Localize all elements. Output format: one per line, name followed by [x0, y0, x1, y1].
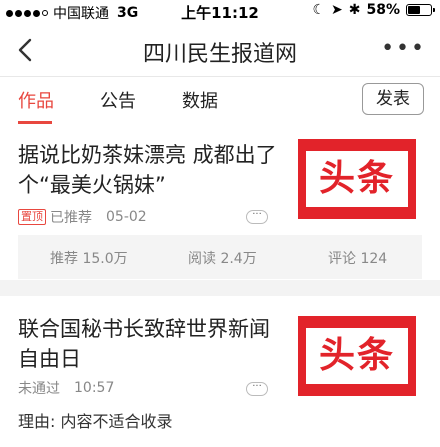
article-thumbnail[interactable]: 头条: [298, 139, 416, 219]
moon-icon: ☾: [312, 2, 326, 18]
article-thumbnail[interactable]: 头条: [298, 316, 416, 396]
article-status: 已推荐: [50, 210, 92, 226]
article-more-button[interactable]: ···: [246, 210, 268, 224]
article-card[interactable]: 联合国秘书长致辞世界新闻自由日 头条 未通过 10:57 ··· 理由: 内容不…: [0, 296, 440, 447]
pinned-badge: 置顶: [18, 209, 46, 225]
thumbnail-text: 头条: [306, 151, 408, 207]
article-date: 05-02: [106, 209, 147, 225]
tab-bar: 作品 公告 数据 发表: [0, 77, 440, 126]
article-card[interactable]: 据说比奶茶妹漂亮 成都出了个“最美火锅妹” 头条 置顶 已推荐 05-02 ··…: [0, 125, 440, 280]
article-title[interactable]: 据说比奶茶妹漂亮 成都出了个“最美火锅妹”: [18, 140, 278, 200]
publish-button[interactable]: 发表: [362, 83, 424, 115]
battery-icon: [406, 4, 435, 16]
status-right: ☾ ➤ ✱ 58%: [312, 2, 435, 18]
active-tab-indicator: [18, 121, 52, 124]
battery-percent: 58%: [366, 2, 400, 18]
tab-announcements[interactable]: 公告: [100, 87, 136, 113]
article-meta: 置顶 已推荐 05-02: [18, 207, 147, 227]
stat-read: 阅读 2.4万: [188, 251, 257, 267]
nav-bar: 四川民生报道网 •••: [0, 24, 440, 77]
thumbnail-text: 头条: [306, 328, 408, 384]
article-date: 10:57: [74, 380, 115, 396]
article-meta: 未通过 10:57: [18, 378, 114, 398]
tab-data[interactable]: 数据: [182, 87, 218, 113]
location-icon: ➤: [331, 2, 343, 18]
article-more-button[interactable]: ···: [246, 382, 268, 396]
status-bar: 中国联通 3G 上午11:12 ☾ ➤ ✱ 58%: [0, 0, 440, 24]
tab-works[interactable]: 作品: [18, 87, 54, 113]
more-horizontal-icon[interactable]: •••: [381, 38, 426, 60]
stat-recommend: 推荐 15.0万: [50, 251, 128, 267]
article-stats-bar: 推荐 15.0万 阅读 2.4万 评论 124: [18, 235, 422, 279]
stat-comment: 评论 124: [328, 251, 388, 267]
rejection-reason: 理由: 内容不适合收录: [18, 412, 173, 431]
bluetooth-icon: ✱: [348, 2, 361, 18]
page-title: 四川民生报道网: [142, 42, 297, 67]
article-title[interactable]: 联合国秘书长致辞世界新闻自由日: [18, 314, 278, 374]
battery-level: [408, 6, 420, 14]
article-status: 未通过: [18, 381, 60, 397]
card-divider: [0, 280, 440, 296]
